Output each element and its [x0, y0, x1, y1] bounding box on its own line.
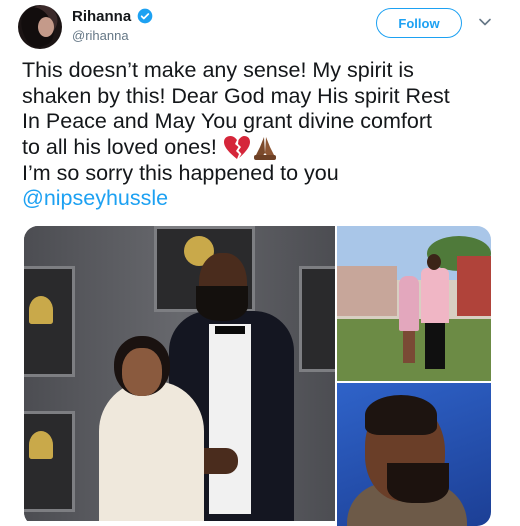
display-name[interactable]: Rihanna — [72, 8, 131, 25]
tweet-line: In Peace and May You grant divine comfor… — [22, 109, 432, 133]
avatar[interactable] — [18, 5, 62, 49]
tweet-line: to all his loved ones! — [22, 134, 217, 159]
tweet-line: I’m so sorry this happened to you — [22, 160, 339, 185]
follow-button[interactable]: Follow — [376, 8, 462, 38]
photo-red-carpet[interactable] — [24, 226, 335, 521]
photo-garden-couple[interactable] — [337, 226, 491, 381]
broken-heart-emoji — [223, 135, 251, 161]
chevron-down-icon[interactable] — [478, 15, 492, 29]
folded-hands-emoji — [251, 135, 279, 161]
user-handle[interactable]: @rihanna — [72, 28, 129, 43]
tweet-text: This doesn’t make any sense! My spirit i… — [22, 58, 512, 212]
tweet-line: This doesn’t make any sense! My spirit i… — [22, 58, 414, 82]
mention-link[interactable]: @nipseyhussle — [22, 186, 168, 210]
verified-badge-icon — [137, 8, 153, 24]
tweet-line: shaken by this! Dear God may His spirit … — [22, 83, 450, 108]
photo-portrait[interactable] — [337, 383, 491, 526]
media-grid — [24, 226, 491, 526]
